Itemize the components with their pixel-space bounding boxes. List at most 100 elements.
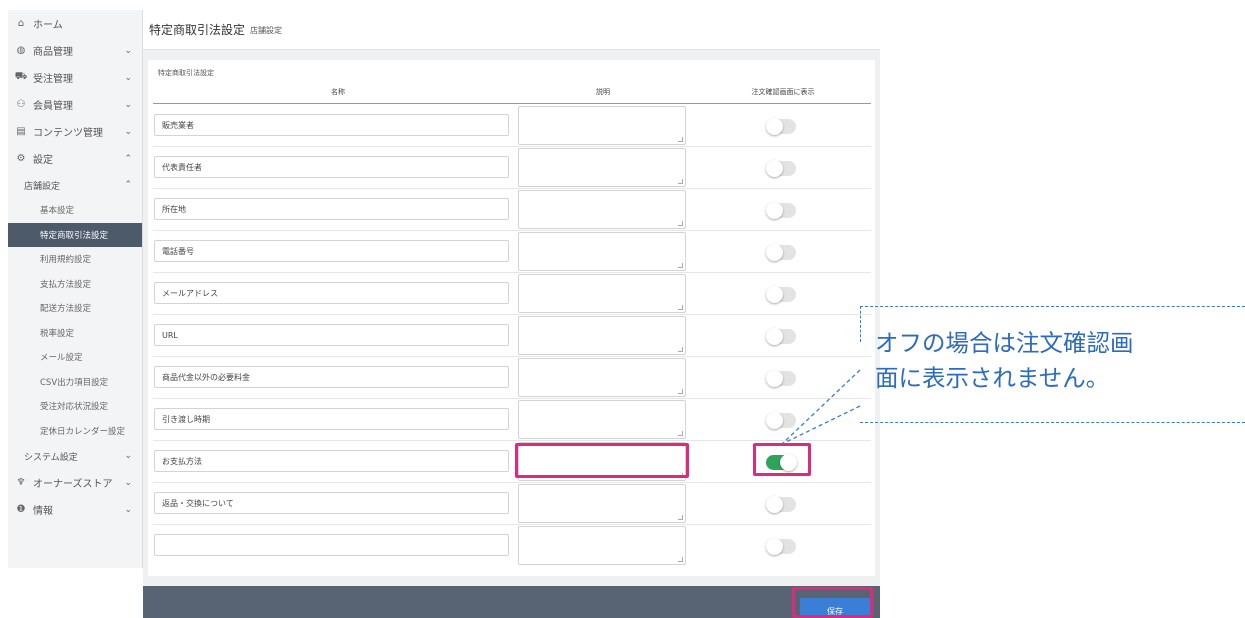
toggle-knob xyxy=(766,202,783,219)
page-header: 特定商取引法設定 店舗設定 xyxy=(143,10,880,50)
description-textarea[interactable] xyxy=(518,106,686,145)
column-header-show-on-confirm: 注文確認画面に表示 xyxy=(751,88,815,96)
chevron-down-icon: ⌄ xyxy=(124,99,132,110)
description-textarea[interactable] xyxy=(518,190,686,229)
sidebar-item-orders[interactable]: ⛟ 受注管理 ⌄ xyxy=(8,64,142,91)
sidebar-item-label: ホーム xyxy=(33,20,63,31)
show-on-confirm-toggle[interactable] xyxy=(766,538,796,555)
sidebar-item-label: コンテンツ管理 xyxy=(33,128,103,139)
toggle-knob xyxy=(766,244,783,261)
sidebar-item-tradelaw-settings[interactable]: 特定商取引法設定 xyxy=(8,222,142,247)
footer-bar: 保存 xyxy=(143,586,880,618)
sidebar-item-label: 会員管理 xyxy=(33,101,73,112)
show-on-confirm-toggle[interactable] xyxy=(766,244,796,261)
show-on-confirm-toggle[interactable] xyxy=(766,160,796,177)
sidebar-item-products[interactable]: ◍ 商品管理 ⌄ xyxy=(8,37,142,64)
description-textarea[interactable] xyxy=(518,274,686,313)
sidebar-item-owners-store[interactable]: ♆ オーナーズストア ⌄ xyxy=(8,469,142,496)
sidebar-item-info[interactable]: ❶ 情報 ⌄ xyxy=(8,496,142,523)
card-title: 特定商取引法設定 xyxy=(158,69,214,77)
sidebar-item-shop-settings[interactable]: 店舗設定 ⌃ xyxy=(8,172,142,198)
toggle-knob xyxy=(766,160,783,177)
show-on-confirm-toggle[interactable] xyxy=(766,496,796,513)
name-input[interactable]: 商品代金以外の必要料金 xyxy=(154,366,509,388)
name-input[interactable]: 電話番号 xyxy=(154,240,509,262)
sidebar-item-label: 店舗設定 xyxy=(24,181,61,192)
sidebar-item-label: 商品管理 xyxy=(33,47,73,58)
sidebar-item-label: オーナーズストア xyxy=(33,479,113,490)
sidebar: ⌂ ホーム ◍ 商品管理 ⌄ ⛟ 受注管理 ⌄ ⚇ 会員管理 ⌄ ▤ コンテンツ… xyxy=(8,10,143,568)
sidebar-item-terms-settings[interactable]: 利用規約設定 xyxy=(8,247,142,272)
sidebar-item-csv-settings[interactable]: CSV出力項目設定 xyxy=(8,370,142,395)
sidebar-item-home[interactable]: ⌂ ホーム xyxy=(8,10,142,37)
sidebar-item-label: 受注管理 xyxy=(33,74,73,85)
home-icon: ⌂ xyxy=(17,18,25,29)
sidebar-item-payment-settings[interactable]: 支払方法設定 xyxy=(8,272,142,297)
name-input[interactable] xyxy=(154,534,509,556)
table-row: 代表責任者 xyxy=(148,147,875,189)
sidebar-item-settings[interactable]: ⚙ 設定 ⌃ xyxy=(8,145,142,172)
chevron-down-icon: ⌄ xyxy=(124,477,132,488)
sidebar-item-tax-settings[interactable]: 税率設定 xyxy=(8,321,142,346)
name-input[interactable]: URL xyxy=(154,324,509,346)
show-on-confirm-toggle[interactable] xyxy=(766,118,796,135)
document-icon: ▤ xyxy=(16,126,26,137)
sidebar-item-mail-settings[interactable]: メール設定 xyxy=(8,345,142,370)
sidebar-item-system-settings[interactable]: システム設定 ⌄ xyxy=(8,443,142,469)
description-highlight xyxy=(515,443,689,478)
sidebar-item-members[interactable]: ⚇ 会員管理 ⌄ xyxy=(8,91,142,118)
sidebar-item-basic-settings[interactable]: 基本設定 xyxy=(8,198,142,223)
description-textarea[interactable] xyxy=(518,526,686,565)
sidebar-item-label: メール設定 xyxy=(40,353,83,364)
show-on-confirm-toggle[interactable] xyxy=(766,286,796,303)
description-textarea[interactable] xyxy=(518,148,686,187)
chevron-down-icon: ⌄ xyxy=(124,504,132,515)
name-input[interactable]: メールアドレス xyxy=(154,282,509,304)
gear-icon: ⚙ xyxy=(16,153,26,164)
callout-border-left xyxy=(860,306,861,342)
name-input[interactable]: 返品・交換について xyxy=(154,492,509,514)
save-highlight xyxy=(792,587,873,618)
name-input[interactable]: お支払方法 xyxy=(154,450,509,472)
description-textarea[interactable] xyxy=(518,484,686,523)
name-input[interactable]: 販売業者 xyxy=(154,114,509,136)
table-row: 引き渡し時期 xyxy=(148,399,875,441)
toggle-knob xyxy=(766,286,783,303)
table-row: URL xyxy=(148,315,875,357)
box-icon: ◍ xyxy=(16,45,26,56)
cart-icon: ⛟ xyxy=(14,71,28,82)
sidebar-item-label: 定休日カレンダー設定 xyxy=(40,426,126,437)
sidebar-item-contents[interactable]: ▤ コンテンツ管理 ⌄ xyxy=(8,118,142,145)
sidebar-item-label: 利用規約設定 xyxy=(40,255,92,266)
column-header-description: 説明 xyxy=(596,88,610,96)
plug-icon: ♆ xyxy=(16,477,26,488)
description-textarea[interactable] xyxy=(518,358,686,397)
sidebar-item-label: 配送方法設定 xyxy=(40,304,92,315)
sidebar-item-label: 税率設定 xyxy=(40,328,75,339)
sidebar-item-delivery-settings[interactable]: 配送方法設定 xyxy=(8,296,142,321)
sidebar-item-label: 特定商取引法設定 xyxy=(40,230,109,241)
description-textarea[interactable] xyxy=(518,400,686,439)
name-input[interactable]: 代表責任者 xyxy=(154,156,509,178)
show-on-confirm-toggle[interactable] xyxy=(766,202,796,219)
description-textarea[interactable] xyxy=(518,232,686,271)
info-icon: ❶ xyxy=(16,504,26,515)
header-divider xyxy=(153,103,871,104)
toggle-knob xyxy=(766,118,783,135)
chevron-up-icon: ⌃ xyxy=(124,180,132,190)
name-input[interactable]: 所在地 xyxy=(154,198,509,220)
toggle-knob xyxy=(766,538,783,555)
chevron-up-icon: ⌃ xyxy=(124,153,132,164)
description-textarea[interactable] xyxy=(518,316,686,355)
callout-text: オフの場合は注文確認画 面に表示されません。 xyxy=(875,329,1134,392)
table-row: 所在地 xyxy=(148,189,875,231)
chevron-down-icon: ⌄ xyxy=(124,72,132,83)
sidebar-item-order-status-settings[interactable]: 受注対応状況設定 xyxy=(8,394,142,419)
sidebar-item-label: 設定 xyxy=(33,155,53,166)
sidebar-item-label: 情報 xyxy=(33,506,53,517)
name-input[interactable]: 引き渡し時期 xyxy=(154,408,509,430)
sidebar-item-label: システム設定 xyxy=(24,452,78,463)
table-row: 商品代金以外の必要料金 xyxy=(148,357,875,399)
toggle-knob xyxy=(766,496,783,513)
sidebar-item-calendar-settings[interactable]: 定休日カレンダー設定 xyxy=(8,419,142,444)
